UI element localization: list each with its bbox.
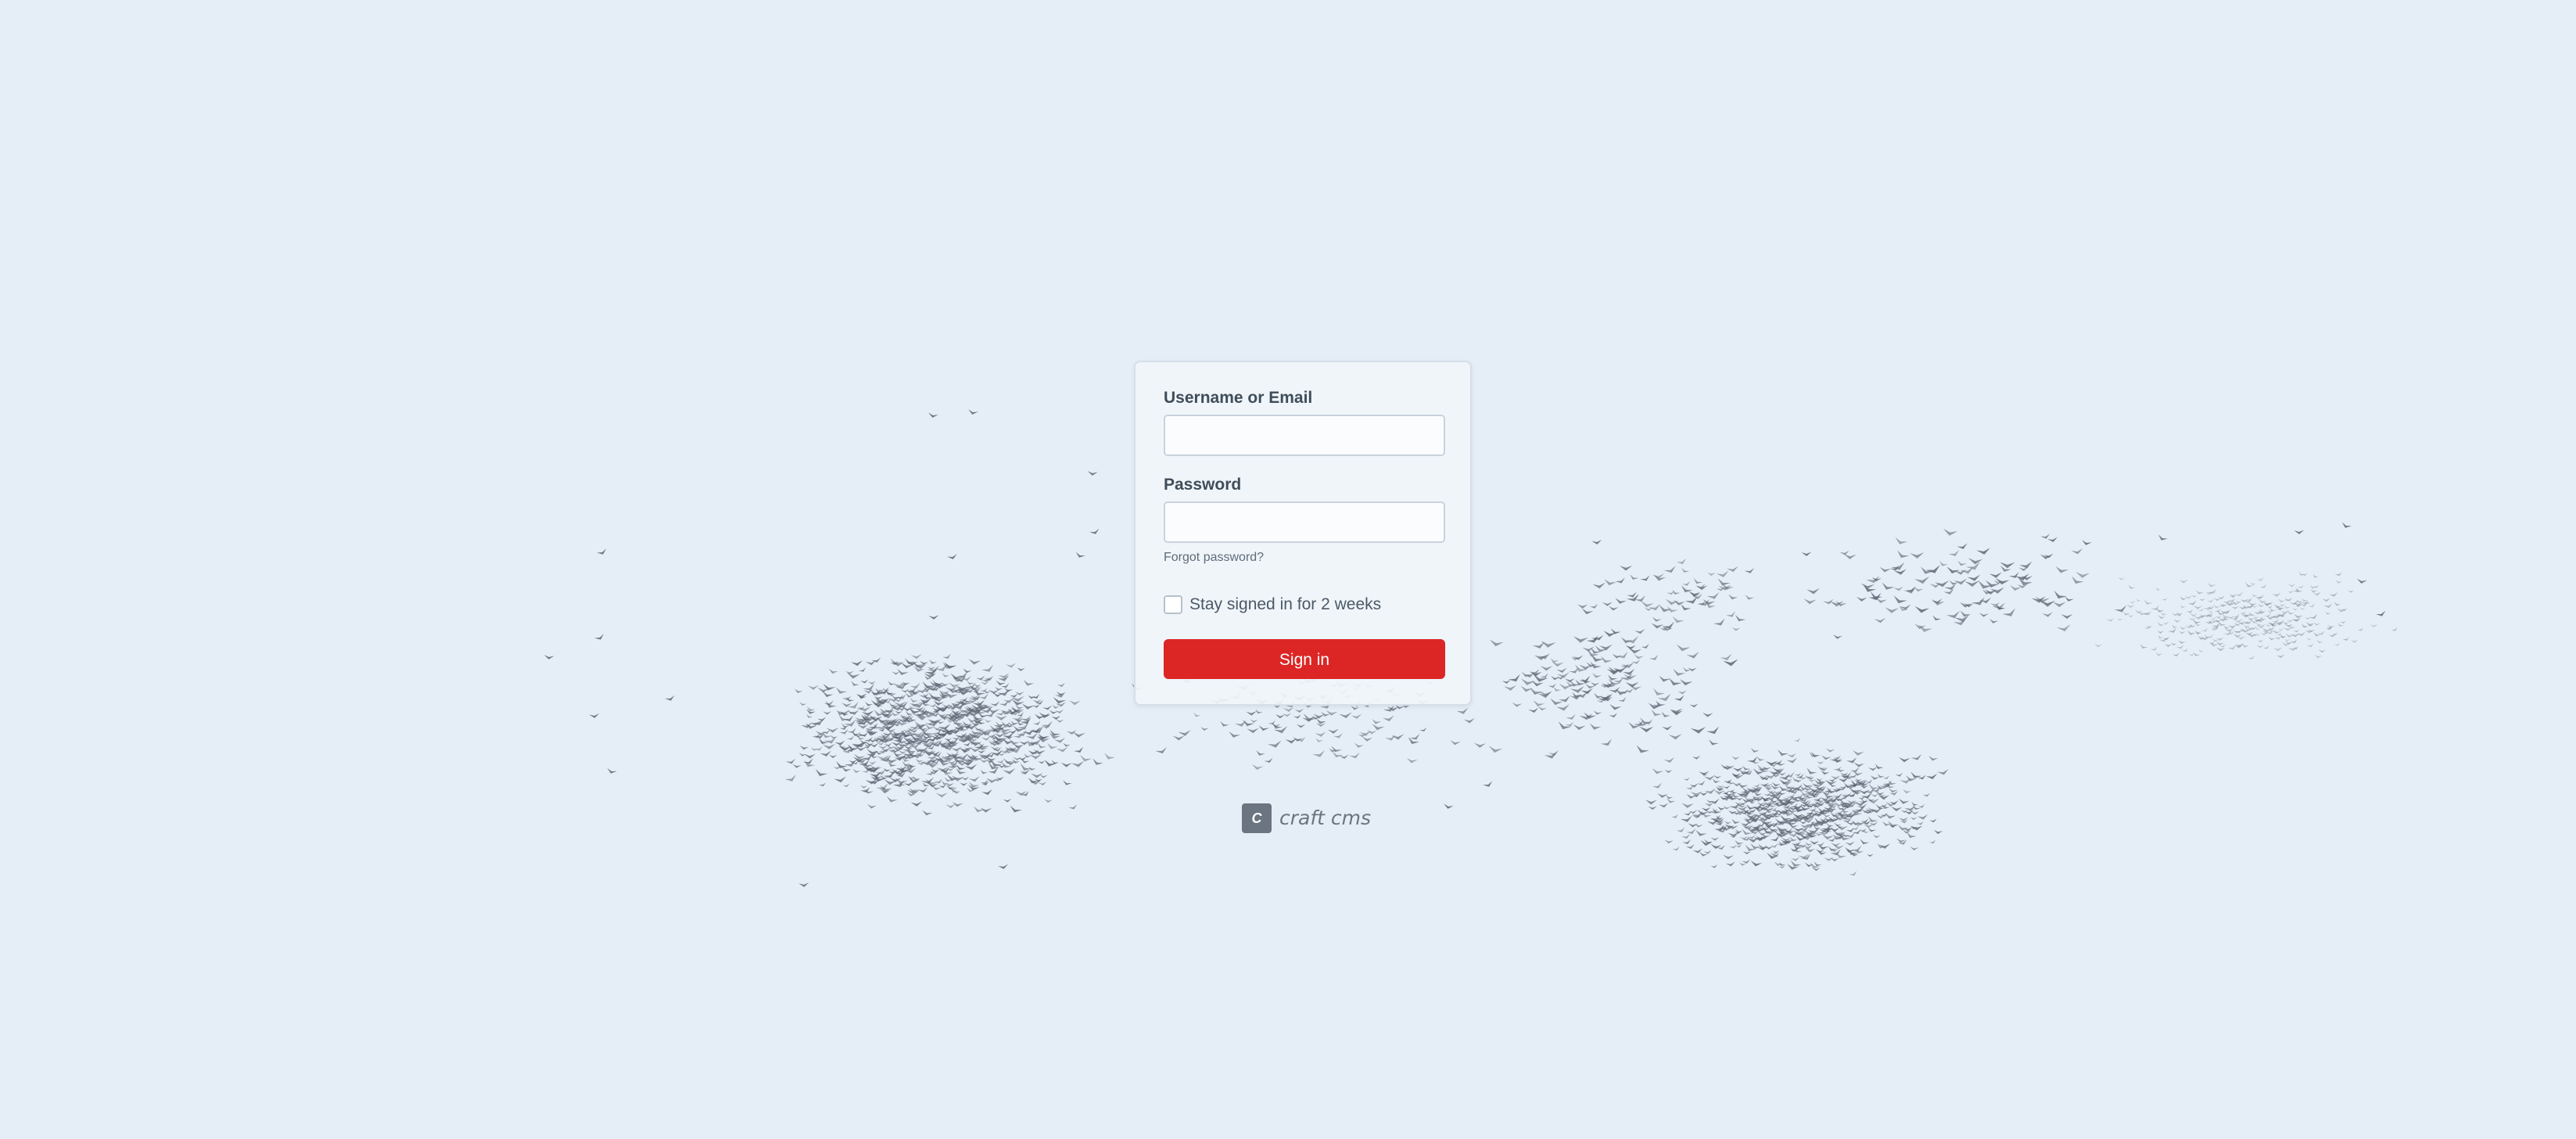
password-input[interactable] bbox=[1164, 501, 1445, 543]
password-label: Password bbox=[1164, 476, 1242, 494]
username-label: Username or Email bbox=[1164, 389, 1313, 407]
username-input[interactable] bbox=[1164, 415, 1445, 456]
remember-me-label[interactable]: Stay signed in for 2 weeks bbox=[1189, 595, 1381, 614]
login-form: Username or Email Password Forgot passwo… bbox=[1134, 361, 1472, 706]
brand-name: craft cms bbox=[1279, 807, 1372, 829]
craft-cms-logo-icon: C bbox=[1242, 803, 1272, 833]
remember-me-checkbox[interactable] bbox=[1164, 595, 1182, 614]
sign-in-button[interactable]: Sign in bbox=[1164, 639, 1445, 679]
forgot-password-link[interactable]: Forgot password? bbox=[1164, 551, 1264, 565]
